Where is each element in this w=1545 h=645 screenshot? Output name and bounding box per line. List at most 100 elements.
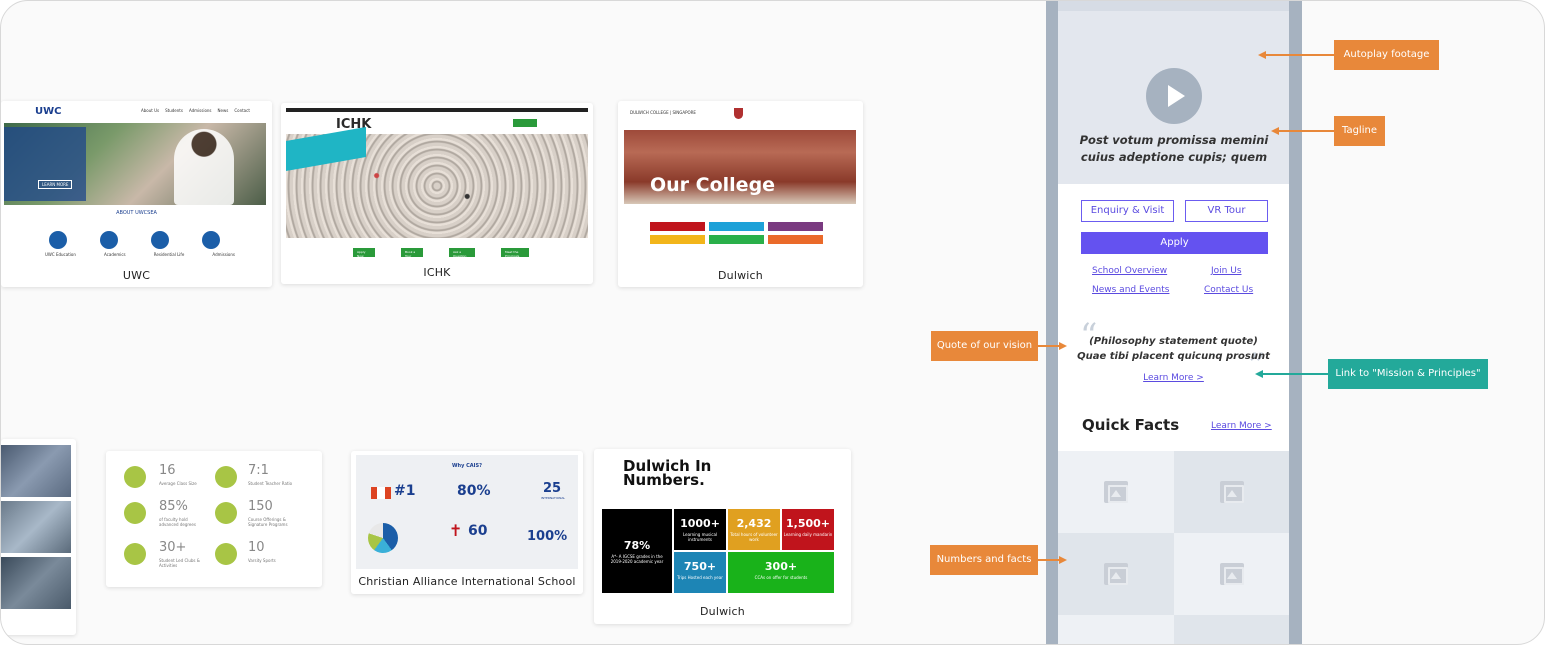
ichk-canopy <box>286 126 366 172</box>
uwc-card[interactable]: UWC About Us Students Admissions News Co… <box>1 101 272 287</box>
courses-icon <box>215 502 237 524</box>
contact-us-link[interactable]: Contact Us <box>1204 285 1253 295</box>
arrow-line <box>1038 559 1060 561</box>
autoplay-callout: Autoplay footage <box>1334 40 1439 70</box>
uwc-education-icon[interactable] <box>49 231 67 249</box>
tile[interactable] <box>709 222 764 231</box>
dulwich-brand: DULWICH COLLEGE | SINGAPORE <box>630 110 696 115</box>
dulwich-tiles <box>650 222 823 252</box>
tile[interactable] <box>650 235 705 244</box>
fact-label: of faculty hold advanced degrees <box>159 517 196 527</box>
uwc-header: UWC About Us Students Admissions News Co… <box>1 101 272 121</box>
cais-stat: 100% <box>527 529 568 544</box>
numbers-callout: Numbers and facts <box>930 545 1038 575</box>
play-icon[interactable] <box>1146 68 1202 124</box>
nav-item[interactable]: Contact <box>234 108 250 114</box>
fact-label: Course Offerings & Signature Programs <box>248 517 288 527</box>
flag-icon <box>371 487 391 499</box>
news-image <box>1 501 71 553</box>
dulwich-numbers-card: Dulwich In Numbers. 78% A*- A IGCSE grad… <box>594 449 851 624</box>
news-image <box>1 445 71 497</box>
tile[interactable] <box>709 235 764 244</box>
stat-tile: 750+ Trips Hosted each year <box>674 552 726 593</box>
uwc-hero-image: LEARN MORE <box>4 123 266 205</box>
image-placeholder <box>1174 451 1289 533</box>
dulwich-card[interactable]: DULWICH COLLEGE | SINGAPORE Our College … <box>618 101 863 287</box>
icon-label: Academics <box>104 252 126 257</box>
tile[interactable] <box>768 222 823 231</box>
ichk-buttons: Apply Now Book a Tour Ask a Question Mee… <box>353 248 529 257</box>
ratio-icon <box>215 466 237 488</box>
fact-number: 16 <box>159 463 176 478</box>
meet-principals-button[interactable]: Meet the Principals <box>501 248 529 257</box>
admissions-icon[interactable] <box>202 231 220 249</box>
residential-life-icon[interactable] <box>151 231 169 249</box>
nav-item[interactable]: News <box>218 108 229 114</box>
fact-number: 30+ <box>159 540 187 555</box>
dulwich2-caption: Dulwich <box>700 605 745 618</box>
school-overview-link[interactable]: School Overview <box>1092 266 1167 276</box>
tile[interactable] <box>650 222 705 231</box>
cross-icon: ✝ <box>449 521 463 540</box>
arrow-line <box>1278 130 1334 132</box>
tile-label: Trips Hosted each year <box>677 575 723 580</box>
tile-label: CCAs on offer for students <box>754 575 808 580</box>
tile-number: 1000+ <box>680 517 720 530</box>
hero-video[interactable]: Post votum promissa memini cuius adeptio… <box>1058 1 1289 184</box>
arrow-head <box>1255 370 1263 378</box>
icon-label: UWC Education <box>45 252 76 257</box>
nav-item[interactable]: Admissions <box>189 108 212 114</box>
image-placeholder <box>1174 533 1289 615</box>
fact-label: Student Teacher Ratio <box>248 481 293 486</box>
top-strip <box>1058 1 1289 11</box>
donut-chart-icon <box>368 523 398 553</box>
news-events-link[interactable]: News and Events <box>1092 285 1169 295</box>
fact-number: 10 <box>248 540 265 555</box>
partial-news-card[interactable] <box>1 439 76 635</box>
cais-caption: Christian Alliance International School <box>358 575 576 588</box>
quick-facts-learn-more-link[interactable]: Learn More > <box>1211 421 1272 431</box>
uwc-caption: UWC <box>122 269 151 282</box>
nav-item[interactable]: About Us <box>141 108 159 114</box>
image-placeholder <box>1058 615 1174 644</box>
join-us-link[interactable]: Join Us <box>1211 266 1242 276</box>
sports-icon <box>215 543 237 565</box>
cais-title: Why CAIS? <box>452 463 482 469</box>
arrow-head <box>1059 556 1067 564</box>
ichk-caption: ICHK <box>423 266 451 279</box>
image-icon <box>1104 481 1128 503</box>
quote-line-1: (Philosophy statement quote) <box>1089 336 1258 347</box>
news-image <box>1 557 71 609</box>
uwc-cta[interactable]: LEARN MORE <box>38 180 73 189</box>
degrees-icon <box>124 502 146 524</box>
fact-number: 150 <box>248 499 273 514</box>
ichk-menu-button[interactable] <box>513 119 537 127</box>
image-placeholder <box>1058 533 1174 615</box>
canvas-frame: UWC About Us Students Admissions News Co… <box>0 0 1545 645</box>
ichk-topbar <box>286 108 588 112</box>
clubs-icon <box>124 543 146 565</box>
book-tour-button[interactable]: Book a Tour <box>401 248 423 257</box>
ichk-card[interactable]: ICHK Apply Now Book a Tour Ask a Questio… <box>281 103 593 284</box>
enquiry-visit-button[interactable]: Enquiry & Visit <box>1081 200 1174 222</box>
nav-item[interactable]: Students <box>165 108 183 114</box>
tile-number: 750+ <box>683 560 717 573</box>
apply-now-button[interactable]: Apply Now <box>353 248 375 257</box>
dulwich-hero-image: Our College <box>624 130 856 204</box>
uwc-icon-labels: UWC Education Academics Residential Life… <box>45 252 235 258</box>
ask-question-button[interactable]: Ask a Question <box>449 248 475 257</box>
icon-label: Admissions <box>212 252 235 257</box>
tile[interactable] <box>768 235 823 244</box>
uwc-logo: UWC <box>35 106 62 117</box>
tile-number: 1,500+ <box>785 517 830 530</box>
apply-button[interactable]: Apply <box>1081 232 1268 254</box>
stat-tile: 300+ CCAs on offer for students <box>728 552 834 593</box>
cais-stat: 80% <box>457 483 491 499</box>
fact-label: Average Class Size <box>159 481 197 486</box>
mock-page: Post votum promissa memini cuius adeptio… <box>1058 1 1289 644</box>
quote-line-2: Quae tibi placent quicunq prosunt <box>1077 351 1270 362</box>
image-icon <box>1219 481 1244 503</box>
academics-icon[interactable] <box>100 231 118 249</box>
vr-tour-button[interactable]: VR Tour <box>1185 200 1268 222</box>
dulwich-crest <box>734 108 743 119</box>
